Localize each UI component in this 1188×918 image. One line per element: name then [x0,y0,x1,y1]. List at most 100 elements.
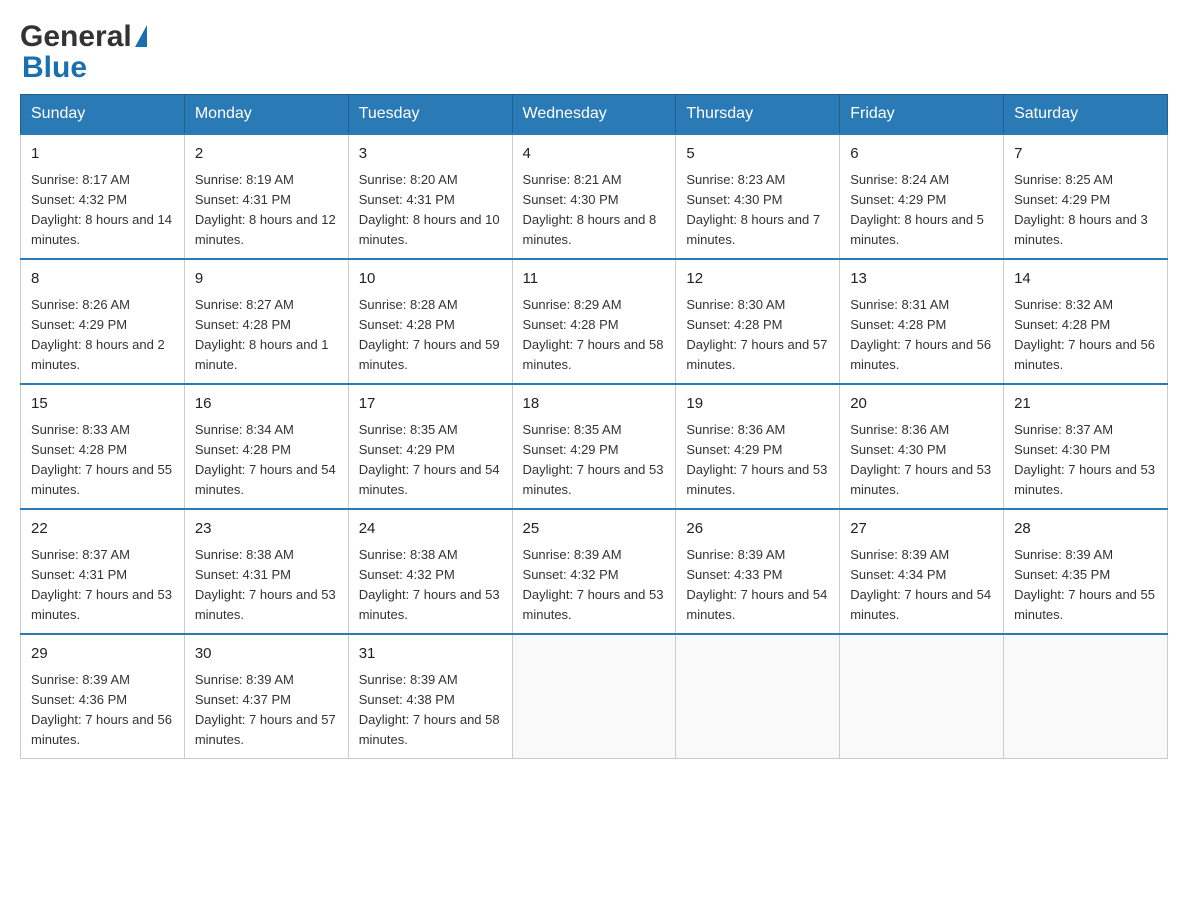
logo-general-text: General [20,20,132,53]
calendar-cell: 22 Sunrise: 8:37 AMSunset: 4:31 PMDaylig… [21,509,185,634]
day-info: Sunrise: 8:37 AMSunset: 4:31 PMDaylight:… [31,547,172,622]
header-monday: Monday [184,95,348,135]
calendar-cell: 7 Sunrise: 8:25 AMSunset: 4:29 PMDayligh… [1004,134,1168,259]
day-number: 24 [359,518,502,541]
logo-blue-text: Blue [22,51,87,84]
calendar-cell: 10 Sunrise: 8:28 AMSunset: 4:28 PMDaylig… [348,259,512,384]
calendar-cell: 16 Sunrise: 8:34 AMSunset: 4:28 PMDaylig… [184,384,348,509]
day-number: 23 [195,518,338,541]
calendar-cell: 26 Sunrise: 8:39 AMSunset: 4:33 PMDaylig… [676,509,840,634]
calendar-cell: 4 Sunrise: 8:21 AMSunset: 4:30 PMDayligh… [512,134,676,259]
calendar-cell: 28 Sunrise: 8:39 AMSunset: 4:35 PMDaylig… [1004,509,1168,634]
week-row-4: 22 Sunrise: 8:37 AMSunset: 4:31 PMDaylig… [21,509,1168,634]
day-info: Sunrise: 8:30 AMSunset: 4:28 PMDaylight:… [686,297,827,372]
header-saturday: Saturday [1004,95,1168,135]
day-number: 11 [523,268,666,291]
page-header: General Blue [20,20,1168,84]
calendar-cell: 2 Sunrise: 8:19 AMSunset: 4:31 PMDayligh… [184,134,348,259]
day-number: 19 [686,393,829,416]
header-friday: Friday [840,95,1004,135]
day-number: 30 [195,643,338,666]
calendar-cell: 5 Sunrise: 8:23 AMSunset: 4:30 PMDayligh… [676,134,840,259]
day-number: 4 [523,143,666,166]
day-number: 2 [195,143,338,166]
calendar-cell: 30 Sunrise: 8:39 AMSunset: 4:37 PMDaylig… [184,634,348,759]
header-wednesday: Wednesday [512,95,676,135]
day-info: Sunrise: 8:20 AMSunset: 4:31 PMDaylight:… [359,172,500,247]
week-row-2: 8 Sunrise: 8:26 AMSunset: 4:29 PMDayligh… [21,259,1168,384]
calendar-cell: 20 Sunrise: 8:36 AMSunset: 4:30 PMDaylig… [840,384,1004,509]
day-info: Sunrise: 8:36 AMSunset: 4:29 PMDaylight:… [686,422,827,497]
header-tuesday: Tuesday [348,95,512,135]
day-number: 18 [523,393,666,416]
logo-container: General Blue [20,20,147,84]
day-number: 13 [850,268,993,291]
calendar-cell: 12 Sunrise: 8:30 AMSunset: 4:28 PMDaylig… [676,259,840,384]
calendar-cell: 13 Sunrise: 8:31 AMSunset: 4:28 PMDaylig… [840,259,1004,384]
header-sunday: Sunday [21,95,185,135]
day-info: Sunrise: 8:26 AMSunset: 4:29 PMDaylight:… [31,297,165,372]
calendar-cell: 31 Sunrise: 8:39 AMSunset: 4:38 PMDaylig… [348,634,512,759]
day-number: 21 [1014,393,1157,416]
day-number: 3 [359,143,502,166]
logo: General Blue [20,20,147,84]
calendar-cell: 29 Sunrise: 8:39 AMSunset: 4:36 PMDaylig… [21,634,185,759]
day-info: Sunrise: 8:19 AMSunset: 4:31 PMDaylight:… [195,172,336,247]
day-info: Sunrise: 8:27 AMSunset: 4:28 PMDaylight:… [195,297,329,372]
day-info: Sunrise: 8:33 AMSunset: 4:28 PMDaylight:… [31,422,172,497]
calendar-cell: 27 Sunrise: 8:39 AMSunset: 4:34 PMDaylig… [840,509,1004,634]
day-info: Sunrise: 8:29 AMSunset: 4:28 PMDaylight:… [523,297,664,372]
day-info: Sunrise: 8:23 AMSunset: 4:30 PMDaylight:… [686,172,820,247]
day-number: 8 [31,268,174,291]
day-number: 27 [850,518,993,541]
day-number: 9 [195,268,338,291]
calendar-cell: 6 Sunrise: 8:24 AMSunset: 4:29 PMDayligh… [840,134,1004,259]
week-row-5: 29 Sunrise: 8:39 AMSunset: 4:36 PMDaylig… [21,634,1168,759]
day-info: Sunrise: 8:17 AMSunset: 4:32 PMDaylight:… [31,172,172,247]
day-number: 20 [850,393,993,416]
day-number: 6 [850,143,993,166]
calendar-cell: 18 Sunrise: 8:35 AMSunset: 4:29 PMDaylig… [512,384,676,509]
calendar-cell [1004,634,1168,759]
day-number: 10 [359,268,502,291]
calendar-cell: 25 Sunrise: 8:39 AMSunset: 4:32 PMDaylig… [512,509,676,634]
day-info: Sunrise: 8:35 AMSunset: 4:29 PMDaylight:… [359,422,500,497]
day-info: Sunrise: 8:21 AMSunset: 4:30 PMDaylight:… [523,172,657,247]
day-info: Sunrise: 8:39 AMSunset: 4:37 PMDaylight:… [195,672,336,747]
day-number: 15 [31,393,174,416]
header-thursday: Thursday [676,95,840,135]
day-number: 26 [686,518,829,541]
day-info: Sunrise: 8:39 AMSunset: 4:35 PMDaylight:… [1014,547,1155,622]
calendar-cell: 24 Sunrise: 8:38 AMSunset: 4:32 PMDaylig… [348,509,512,634]
day-info: Sunrise: 8:38 AMSunset: 4:31 PMDaylight:… [195,547,336,622]
day-number: 16 [195,393,338,416]
day-number: 29 [31,643,174,666]
calendar-cell: 14 Sunrise: 8:32 AMSunset: 4:28 PMDaylig… [1004,259,1168,384]
calendar-cell: 8 Sunrise: 8:26 AMSunset: 4:29 PMDayligh… [21,259,185,384]
calendar-cell: 11 Sunrise: 8:29 AMSunset: 4:28 PMDaylig… [512,259,676,384]
calendar-table: SundayMondayTuesdayWednesdayThursdayFrid… [20,94,1168,759]
day-number: 5 [686,143,829,166]
day-number: 17 [359,393,502,416]
calendar-header-row: SundayMondayTuesdayWednesdayThursdayFrid… [21,95,1168,135]
day-info: Sunrise: 8:24 AMSunset: 4:29 PMDaylight:… [850,172,984,247]
day-number: 22 [31,518,174,541]
day-number: 12 [686,268,829,291]
day-info: Sunrise: 8:38 AMSunset: 4:32 PMDaylight:… [359,547,500,622]
day-info: Sunrise: 8:34 AMSunset: 4:28 PMDaylight:… [195,422,336,497]
calendar-cell: 9 Sunrise: 8:27 AMSunset: 4:28 PMDayligh… [184,259,348,384]
day-number: 1 [31,143,174,166]
day-info: Sunrise: 8:28 AMSunset: 4:28 PMDaylight:… [359,297,500,372]
day-number: 14 [1014,268,1157,291]
calendar-cell: 19 Sunrise: 8:36 AMSunset: 4:29 PMDaylig… [676,384,840,509]
day-info: Sunrise: 8:37 AMSunset: 4:30 PMDaylight:… [1014,422,1155,497]
calendar-cell [676,634,840,759]
calendar-cell: 3 Sunrise: 8:20 AMSunset: 4:31 PMDayligh… [348,134,512,259]
week-row-3: 15 Sunrise: 8:33 AMSunset: 4:28 PMDaylig… [21,384,1168,509]
logo-triangle-icon [135,25,147,47]
calendar-cell: 15 Sunrise: 8:33 AMSunset: 4:28 PMDaylig… [21,384,185,509]
calendar-cell: 1 Sunrise: 8:17 AMSunset: 4:32 PMDayligh… [21,134,185,259]
day-info: Sunrise: 8:39 AMSunset: 4:34 PMDaylight:… [850,547,991,622]
day-info: Sunrise: 8:39 AMSunset: 4:38 PMDaylight:… [359,672,500,747]
day-info: Sunrise: 8:25 AMSunset: 4:29 PMDaylight:… [1014,172,1148,247]
